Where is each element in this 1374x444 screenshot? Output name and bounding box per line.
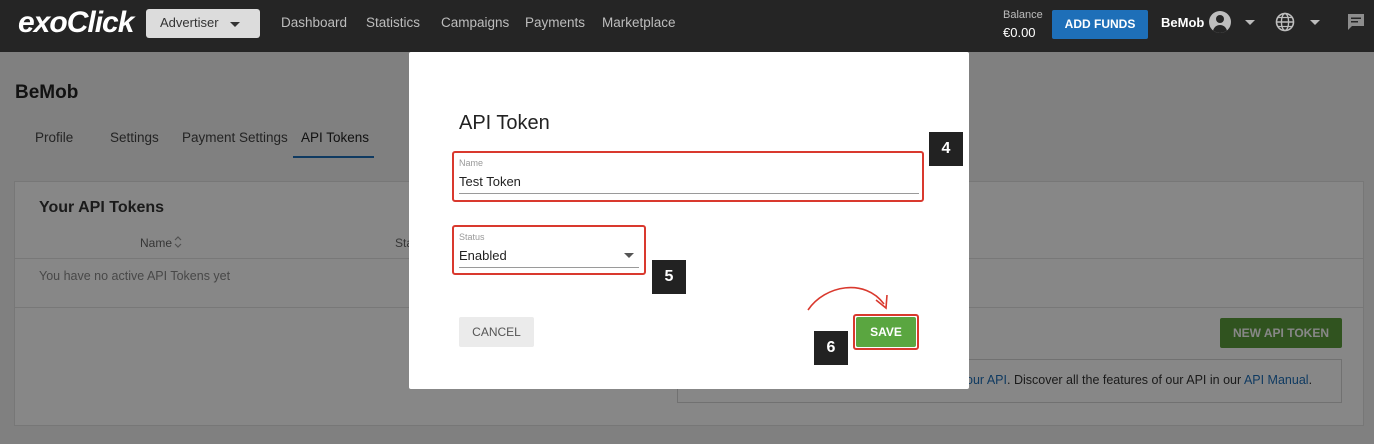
chevron-down-icon xyxy=(230,22,240,27)
step-badge-6: 6 xyxy=(814,331,848,365)
top-navbar: exoClick Advertiser Dashboard Statistics… xyxy=(0,0,1374,52)
role-select[interactable]: Advertiser xyxy=(146,9,260,38)
user-menu-chevron-icon[interactable] xyxy=(1245,20,1255,25)
user-name[interactable]: BeMob xyxy=(1161,15,1204,30)
nav-statistics[interactable]: Statistics xyxy=(366,15,420,30)
modal-title: API Token xyxy=(459,112,550,134)
status-field-highlight xyxy=(452,225,646,275)
balance-value: €0.00 xyxy=(1003,25,1036,40)
nav-campaigns[interactable]: Campaigns xyxy=(441,15,509,30)
globe-icon[interactable] xyxy=(1275,12,1295,32)
nav-payments[interactable]: Payments xyxy=(525,15,585,30)
balance-label: Balance xyxy=(1003,9,1043,21)
exoclick-logo[interactable]: exoClick xyxy=(18,6,134,40)
language-chevron-icon[interactable] xyxy=(1310,20,1320,25)
role-select-value: Advertiser xyxy=(160,15,219,30)
nav-dashboard[interactable]: Dashboard xyxy=(281,15,347,30)
chat-icon[interactable] xyxy=(1346,13,1366,31)
nav-marketplace[interactable]: Marketplace xyxy=(602,15,676,30)
add-funds-button[interactable]: ADD FUNDS xyxy=(1052,10,1148,39)
step-badge-4: 4 xyxy=(929,132,963,166)
cancel-button[interactable]: CANCEL xyxy=(459,317,534,347)
curved-arrow-icon xyxy=(807,286,888,311)
name-field-highlight xyxy=(452,151,924,202)
user-avatar-icon[interactable] xyxy=(1209,11,1231,33)
step-badge-5: 5 xyxy=(652,260,686,294)
